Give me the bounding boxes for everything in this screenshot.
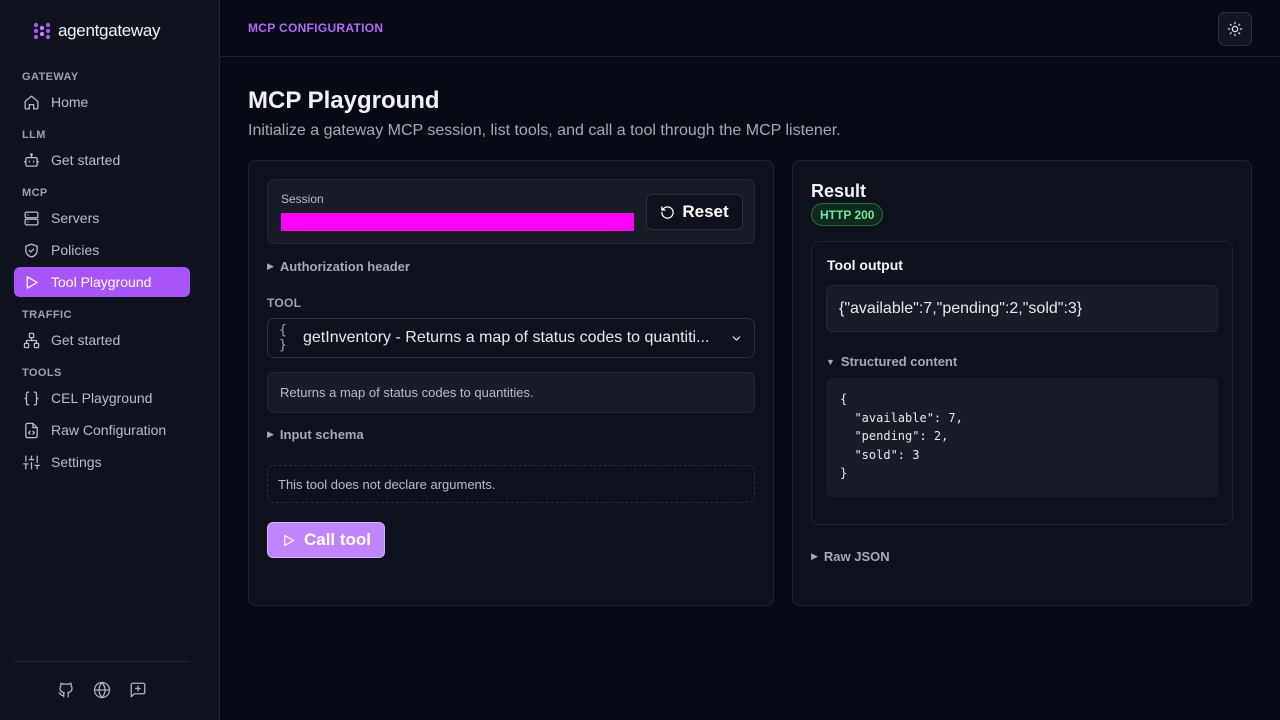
call-tool-label: Call tool <box>303 530 372 549</box>
sidebar-item-label: CEL Playground <box>51 390 153 406</box>
home-icon <box>24 94 39 110</box>
sidebar-item-home[interactable]: Home <box>14 87 190 117</box>
sidebar-item-traffic-get-started[interactable]: Get started <box>14 325 190 355</box>
caret-right-icon: ▶ <box>267 261 274 271</box>
sidebar-item-cel-playground[interactable]: CEL Playground <box>14 383 190 413</box>
sidebar-item-label: Settings <box>51 454 102 470</box>
sidebar-item-tool-playground[interactable]: Tool Playground <box>14 267 190 297</box>
sidebar-item-llm-get-started[interactable]: Get started <box>14 145 190 175</box>
code-line: "pending": 2, <box>840 429 949 443</box>
section-label-tools: TOOLS <box>22 367 62 379</box>
reset-label: Reset <box>682 202 729 221</box>
sidebar-item-label: Raw Configuration <box>51 422 167 438</box>
session-box: Session Reset <box>267 179 755 244</box>
code-line: "sold": 3 <box>840 447 920 462</box>
logo-text: agentgateway <box>58 21 161 40</box>
call-tool-button[interactable]: Call tool <box>267 522 385 558</box>
raw-json-label: Raw JSON <box>823 549 890 564</box>
raw-json-toggle[interactable]: ▶ Raw JSON <box>811 549 890 564</box>
page-subtitle: Initialize a gateway MCP session, list t… <box>248 122 841 139</box>
sidebar-item-label: Get started <box>51 332 121 348</box>
result-title: Result <box>811 181 867 201</box>
sidebar: agentgateway GATEWAY Home LLM Get starte… <box>0 0 220 720</box>
sidebar-item-label: Policies <box>51 242 100 258</box>
network-icon <box>23 332 40 348</box>
tool-label: TOOL <box>267 296 302 310</box>
code-line: "available": 7, <box>840 410 963 425</box>
reset-button[interactable]: Reset <box>646 194 743 230</box>
play-icon <box>26 275 38 289</box>
top-bar: MCP CONFIGURATION <box>220 0 1280 57</box>
tool-select[interactable]: { } getInventory - Returns a map of stat… <box>267 318 755 358</box>
sidebar-item-label: Get started <box>51 152 121 168</box>
session-label: Session <box>281 192 324 206</box>
section-label-llm: LLM <box>22 129 46 141</box>
section-label-traffic: TRAFFIC <box>22 309 72 321</box>
section-label-mcp: MCP <box>22 187 48 199</box>
chevron-down-icon <box>732 336 741 341</box>
result-panel: Result HTTP 200 Tool output {"available"… <box>792 160 1252 606</box>
structured-content-label: Structured content <box>840 354 958 369</box>
theme-toggle-button[interactable] <box>1218 12 1252 46</box>
authorization-header-toggle[interactable]: ▶ Authorization header <box>267 259 410 274</box>
github-icon[interactable] <box>57 681 75 699</box>
sidebar-item-raw-configuration[interactable]: Raw Configuration <box>14 415 190 445</box>
shield-icon <box>25 242 38 258</box>
sidebar-item-label: Home <box>51 94 89 110</box>
structured-content-toggle[interactable]: ▼ Structured content <box>826 354 957 369</box>
code-line: { <box>840 392 848 406</box>
playground-panel: Session Reset ▶ Authorization header TOO… <box>248 160 774 606</box>
no-arguments-notice: This tool does not declare arguments. <box>267 465 755 503</box>
feedback-icon[interactable] <box>129 681 147 699</box>
sidebar-item-policies[interactable]: Policies <box>14 235 190 265</box>
tool-output-label: Tool output <box>827 257 903 273</box>
structured-content-code: { "available": 7, "pending": 2, "sold": … <box>826 378 1218 497</box>
bot-icon <box>23 152 40 167</box>
page-title: MCP Playground <box>248 87 440 114</box>
globe-icon[interactable] <box>93 681 111 699</box>
tool-select-value: getInventory - Returns a map of status c… <box>303 329 710 346</box>
section-label-gateway: GATEWAY <box>22 71 79 83</box>
play-icon <box>284 534 295 546</box>
input-schema-label: Input schema <box>279 427 364 442</box>
code-line: } <box>840 466 848 480</box>
braces-icon <box>24 390 39 406</box>
breadcrumb: MCP CONFIGURATION <box>248 21 384 35</box>
sliders-icon <box>23 454 40 470</box>
sidebar-item-settings[interactable]: Settings <box>14 447 190 477</box>
session-id-redacted <box>281 213 634 231</box>
sun-icon <box>1227 21 1243 37</box>
server-icon <box>24 210 39 226</box>
braces-icon: { } <box>279 323 287 353</box>
agentgateway-logo-icon <box>33 22 51 40</box>
logo[interactable]: agentgateway <box>32 21 161 41</box>
file-code-icon <box>25 422 38 438</box>
sidebar-item-label: Servers <box>51 210 100 226</box>
sidebar-item-servers[interactable]: Servers <box>14 203 190 233</box>
authorization-label: Authorization header <box>279 259 410 274</box>
rotate-ccw-icon <box>661 205 675 219</box>
caret-right-icon: ▶ <box>811 551 818 561</box>
sidebar-item-label: Tool Playground <box>51 274 152 290</box>
sidebar-divider <box>14 661 190 662</box>
input-schema-toggle[interactable]: ▶ Input schema <box>267 427 364 442</box>
tool-output-box: Tool output {"available":7,"pending":2,"… <box>811 241 1233 525</box>
status-badge: HTTP 200 <box>811 203 884 226</box>
caret-right-icon: ▶ <box>267 429 274 439</box>
caret-down-icon: ▼ <box>826 356 835 367</box>
tool-description: Returns a map of status codes to quantit… <box>267 372 755 413</box>
tool-output-text: {"available":7,"pending":2,"sold":3} <box>826 285 1218 332</box>
